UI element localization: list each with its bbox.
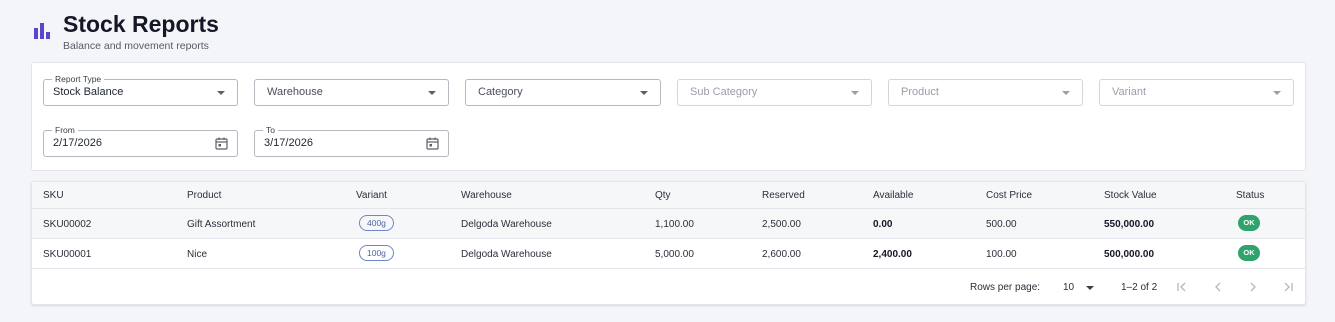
variant-select[interactable]: Variant — [1099, 79, 1294, 106]
table-row[interactable]: SKU00001 Nice 100g Delgoda Warehouse 5,0… — [32, 239, 1305, 269]
status-badge: OK — [1238, 245, 1260, 261]
cell-sku: SKU00002 — [43, 219, 92, 230]
from-label: From — [52, 125, 78, 135]
from-value: 2/17/2026 — [53, 137, 102, 149]
to-date-field[interactable]: To 3/17/2026 — [254, 125, 449, 157]
filter-panel: Report Type Stock Balance Warehouse Cate… — [31, 62, 1306, 171]
cell-warehouse: Delgoda Warehouse — [461, 249, 552, 260]
chevron-down-icon — [1062, 91, 1070, 95]
next-page-icon[interactable] — [1246, 280, 1260, 294]
column-header-available[interactable]: Available — [873, 190, 913, 201]
column-header-reserved[interactable]: Reserved — [762, 190, 805, 201]
cell-qty: 1,100.00 — [655, 219, 694, 230]
from-date-field[interactable]: From 2/17/2026 — [43, 125, 238, 157]
cell-cost-price: 500.00 — [986, 219, 1017, 230]
cell-reserved: 2,600.00 — [762, 249, 801, 260]
chevron-down-icon — [851, 91, 859, 95]
cell-product: Gift Assortment — [187, 219, 256, 230]
column-header-sku[interactable]: SKU — [43, 190, 64, 201]
cell-available: 0.00 — [873, 219, 893, 230]
report-type-select[interactable]: Report Type Stock Balance — [43, 74, 238, 106]
column-header-stock-value[interactable]: Stock Value — [1104, 190, 1157, 201]
cell-warehouse: Delgoda Warehouse — [461, 219, 552, 230]
warehouse-placeholder: Warehouse — [267, 86, 323, 98]
variant-chip: 400g — [359, 215, 394, 231]
cell-sku: SKU00001 — [43, 249, 92, 260]
report-type-label: Report Type — [52, 74, 105, 84]
rows-per-page-label: Rows per page: — [970, 282, 1041, 293]
table-header: SKU Product Variant Warehouse Qty Reserv… — [32, 182, 1305, 209]
cell-qty: 5,000.00 — [655, 249, 694, 260]
cell-reserved: 2,500.00 — [762, 219, 801, 230]
column-header-cost-price[interactable]: Cost Price — [986, 190, 1032, 201]
pagination-range: 1–2 of 2 — [1121, 282, 1158, 293]
column-header-warehouse[interactable]: Warehouse — [461, 190, 512, 201]
calendar-icon[interactable] — [215, 137, 228, 150]
cell-stock-value: 550,000.00 — [1104, 219, 1155, 230]
page-subtitle: Balance and movement reports — [63, 40, 209, 52]
bar-chart-icon — [34, 23, 50, 39]
chevron-down-icon — [640, 91, 648, 95]
chevron-down-icon — [1273, 91, 1281, 95]
page-title: Stock Reports — [63, 11, 219, 37]
product-select[interactable]: Product — [888, 79, 1083, 106]
report-type-value: Stock Balance — [53, 86, 124, 98]
to-label: To — [263, 125, 278, 135]
chevron-down-icon — [428, 91, 436, 95]
first-page-icon[interactable] — [1175, 280, 1189, 294]
sub-category-select[interactable]: Sub Category — [677, 79, 872, 106]
sub-category-placeholder: Sub Category — [690, 86, 758, 98]
cell-stock-value: 500,000.00 — [1104, 249, 1155, 260]
last-page-icon[interactable] — [1281, 280, 1295, 294]
stock-table: SKU Product Variant Warehouse Qty Reserv… — [31, 181, 1306, 305]
calendar-icon[interactable] — [426, 137, 439, 150]
product-placeholder: Product — [901, 86, 939, 98]
column-header-qty[interactable]: Qty — [655, 190, 671, 201]
cell-available: 2,400.00 — [873, 249, 912, 260]
rows-per-page-select[interactable]: 10 — [1063, 282, 1074, 293]
cell-product: Nice — [187, 249, 208, 260]
column-header-variant[interactable]: Variant — [356, 190, 387, 201]
table-row[interactable]: SKU00002 Gift Assortment 400g Delgoda Wa… — [32, 209, 1305, 239]
to-value: 3/17/2026 — [264, 137, 313, 149]
column-header-status[interactable]: Status — [1236, 190, 1264, 201]
category-placeholder: Category — [478, 86, 523, 98]
cell-cost-price: 100.00 — [986, 249, 1017, 260]
variant-chip: 100g — [359, 245, 394, 261]
category-select[interactable]: Category — [465, 79, 661, 106]
page-header: Stock Reports Balance and movement repor… — [33, 10, 219, 53]
warehouse-select[interactable]: Warehouse — [254, 79, 449, 106]
column-header-product[interactable]: Product — [187, 190, 221, 201]
chevron-down-icon — [217, 91, 225, 95]
previous-page-icon[interactable] — [1211, 280, 1225, 294]
chevron-down-icon[interactable] — [1086, 286, 1094, 290]
status-badge: OK — [1238, 215, 1260, 231]
variant-placeholder: Variant — [1112, 86, 1147, 98]
